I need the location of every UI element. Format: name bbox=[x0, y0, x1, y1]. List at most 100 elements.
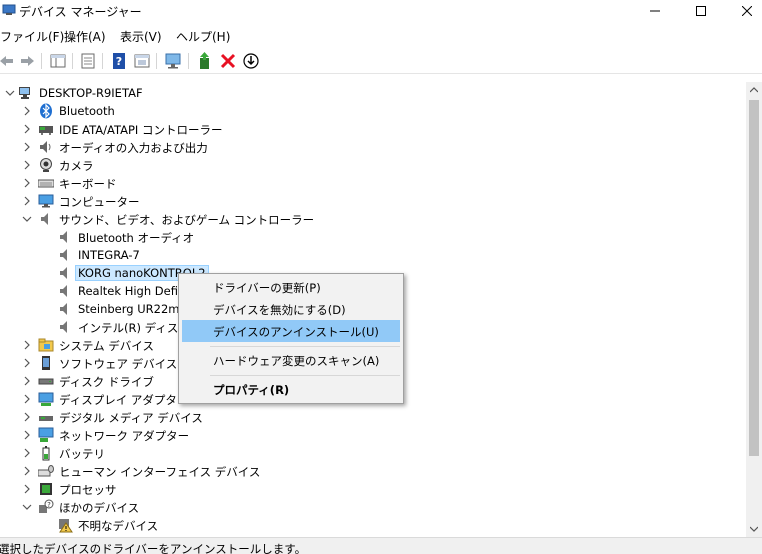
menu-item-label: プロパティ(R) bbox=[213, 383, 290, 397]
tree-label: カメラ bbox=[59, 159, 94, 173]
scroll-thumb[interactable] bbox=[749, 100, 759, 456]
update-driver-icon[interactable] bbox=[196, 52, 214, 70]
battery-icon bbox=[42, 446, 50, 461]
maximize-button[interactable] bbox=[678, 0, 724, 22]
maximize-icon bbox=[696, 6, 706, 16]
warning-icon bbox=[59, 519, 73, 533]
tree-label: ディスプレイ アダプター bbox=[59, 393, 189, 407]
tree-category-keyboard[interactable]: キーボード bbox=[0, 174, 746, 192]
chevron-up-icon bbox=[750, 87, 758, 93]
chevron-right-icon[interactable] bbox=[22, 159, 32, 171]
speaker-icon bbox=[60, 303, 67, 315]
tree-root-label: DESKTOP-R9IETAF bbox=[39, 86, 143, 100]
chevron-right-icon[interactable] bbox=[22, 483, 32, 495]
properties-icon[interactable] bbox=[79, 52, 97, 70]
scan-hardware-icon[interactable] bbox=[164, 52, 182, 70]
menu-bar: ファイル(F) 操作(A) 表示(V) ヘルプ(H) bbox=[0, 26, 762, 46]
uninstall-icon[interactable] bbox=[219, 52, 237, 70]
menu-item-label: ハードウェア変更のスキャン(A) bbox=[213, 354, 380, 368]
tree-category-battery[interactable]: バッテリ bbox=[0, 444, 746, 462]
menu-item-label: デバイスのアンインストール(U) bbox=[213, 325, 379, 339]
tree-label: コンピューター bbox=[59, 195, 140, 209]
tree-category-audio-io[interactable]: オーディオの入力および出力 bbox=[0, 138, 746, 156]
menu-item-properties[interactable]: プロパティ(R) bbox=[182, 378, 400, 400]
menu-item-disable-device[interactable]: デバイスを無効にする(D) bbox=[182, 298, 400, 320]
tree-category-digital-media[interactable]: デジタル メディア デバイス bbox=[0, 408, 746, 426]
disable-device-icon[interactable] bbox=[242, 52, 260, 70]
vertical-scrollbar[interactable] bbox=[746, 82, 762, 537]
tree-category-bluetooth[interactable]: Bluetooth bbox=[0, 102, 746, 120]
chevron-right-icon[interactable] bbox=[22, 375, 32, 387]
speaker-icon bbox=[60, 249, 67, 261]
toolbar-separator bbox=[41, 53, 42, 69]
show-hide-tree-icon[interactable] bbox=[49, 52, 67, 70]
context-menu: ドライバーの更新(P) デバイスを無効にする(D) デバイスのアンインストール(… bbox=[178, 273, 404, 404]
menu-action[interactable]: 操作(A) bbox=[64, 28, 106, 45]
chevron-right-icon[interactable] bbox=[22, 465, 32, 477]
device-manager-icon bbox=[2, 4, 16, 15]
system-folder-icon bbox=[38, 338, 54, 352]
display-adapter-icon bbox=[38, 392, 54, 406]
chevron-right-icon[interactable] bbox=[22, 429, 32, 441]
tree-label: サウンド、ビデオ、およびゲーム コントローラー bbox=[59, 213, 315, 227]
tree-category-sound[interactable]: サウンド、ビデオ、およびゲーム コントローラー bbox=[0, 210, 746, 228]
status-bar: 選択したデバイスのドライバーをアンインストールします。 bbox=[0, 537, 762, 554]
title-bar: デバイス マネージャー bbox=[0, 0, 762, 22]
action-pane-icon[interactable] bbox=[133, 52, 151, 70]
menu-item-update-driver[interactable]: ドライバーの更新(P) bbox=[182, 276, 400, 298]
tree-device-row[interactable]: INTEGRA-7 bbox=[0, 246, 746, 264]
monitor-icon bbox=[38, 194, 54, 208]
menu-help[interactable]: ヘルプ(H) bbox=[176, 28, 230, 45]
chevron-right-icon[interactable] bbox=[22, 393, 32, 405]
chevron-right-icon[interactable] bbox=[22, 105, 32, 117]
menu-file[interactable]: ファイル(F) bbox=[0, 28, 64, 45]
chevron-right-icon[interactable] bbox=[22, 339, 32, 351]
chevron-down-icon[interactable] bbox=[5, 87, 15, 99]
chevron-right-icon[interactable] bbox=[22, 123, 32, 135]
tree-category-other[interactable]: ? ほかのデバイス bbox=[0, 498, 746, 516]
chevron-down-icon[interactable] bbox=[22, 501, 32, 513]
webcam-icon bbox=[40, 158, 52, 172]
menu-view[interactable]: 表示(V) bbox=[120, 28, 162, 45]
tree-category-network[interactable]: ネットワーク アダプター bbox=[0, 426, 746, 444]
help-icon[interactable]: ? bbox=[110, 52, 128, 70]
tree-category-camera[interactable]: カメラ bbox=[0, 156, 746, 174]
menu-item-uninstall-device[interactable]: デバイスのアンインストール(U) bbox=[182, 320, 400, 342]
minimize-button[interactable] bbox=[632, 0, 678, 22]
close-button[interactable] bbox=[724, 0, 762, 22]
chevron-right-icon[interactable] bbox=[22, 141, 32, 153]
minimize-icon bbox=[650, 10, 660, 12]
chevron-right-icon[interactable] bbox=[22, 447, 32, 459]
scroll-down-button[interactable] bbox=[746, 521, 762, 537]
tree-category-computer[interactable]: コンピューター bbox=[0, 192, 746, 210]
tree-category-hid[interactable]: ヒューマン インターフェイス デバイス bbox=[0, 462, 746, 480]
chevron-right-icon[interactable] bbox=[22, 357, 32, 369]
window-title: デバイス マネージャー bbox=[19, 5, 142, 19]
tree-label: ヒューマン インターフェイス デバイス bbox=[59, 465, 261, 479]
tree-category-processor[interactable]: プロセッサ bbox=[0, 480, 746, 498]
tree-root-row[interactable]: DESKTOP-R9IETAF bbox=[0, 84, 746, 102]
tree-label: IDE ATA/ATAPI コントローラー bbox=[59, 123, 223, 137]
speaker-icon bbox=[41, 213, 48, 225]
tree-label: デジタル メディア デバイス bbox=[59, 411, 203, 425]
menu-item-scan-hardware[interactable]: ハードウェア変更のスキャン(A) bbox=[182, 349, 400, 371]
tree-device-row[interactable]: Bluetooth オーディオ bbox=[0, 228, 746, 246]
speaker-icon bbox=[60, 231, 67, 243]
chevron-down-icon[interactable] bbox=[22, 213, 32, 225]
chevron-right-icon[interactable] bbox=[22, 177, 32, 189]
tree-label: ディスク ドライブ bbox=[59, 375, 154, 389]
scroll-up-button[interactable] bbox=[746, 82, 762, 98]
forward-icon[interactable] bbox=[18, 52, 36, 70]
speaker-icon bbox=[60, 267, 67, 279]
tree-label: バッテリ bbox=[59, 447, 105, 461]
status-text: 選択したデバイスのドライバーをアンインストールします。 bbox=[0, 542, 307, 554]
tree-label: キーボード bbox=[59, 177, 117, 191]
back-icon[interactable] bbox=[0, 52, 16, 70]
tree-category-ide[interactable]: IDE ATA/ATAPI コントローラー bbox=[0, 120, 746, 138]
chevron-right-icon[interactable] bbox=[22, 195, 32, 207]
keyboard-icon bbox=[38, 179, 54, 188]
tree-device-row[interactable]: 不明なデバイス bbox=[0, 516, 746, 534]
bluetooth-icon bbox=[40, 103, 52, 119]
chevron-right-icon[interactable] bbox=[22, 411, 32, 423]
tree-label: Realtek High Defini bbox=[78, 284, 189, 298]
